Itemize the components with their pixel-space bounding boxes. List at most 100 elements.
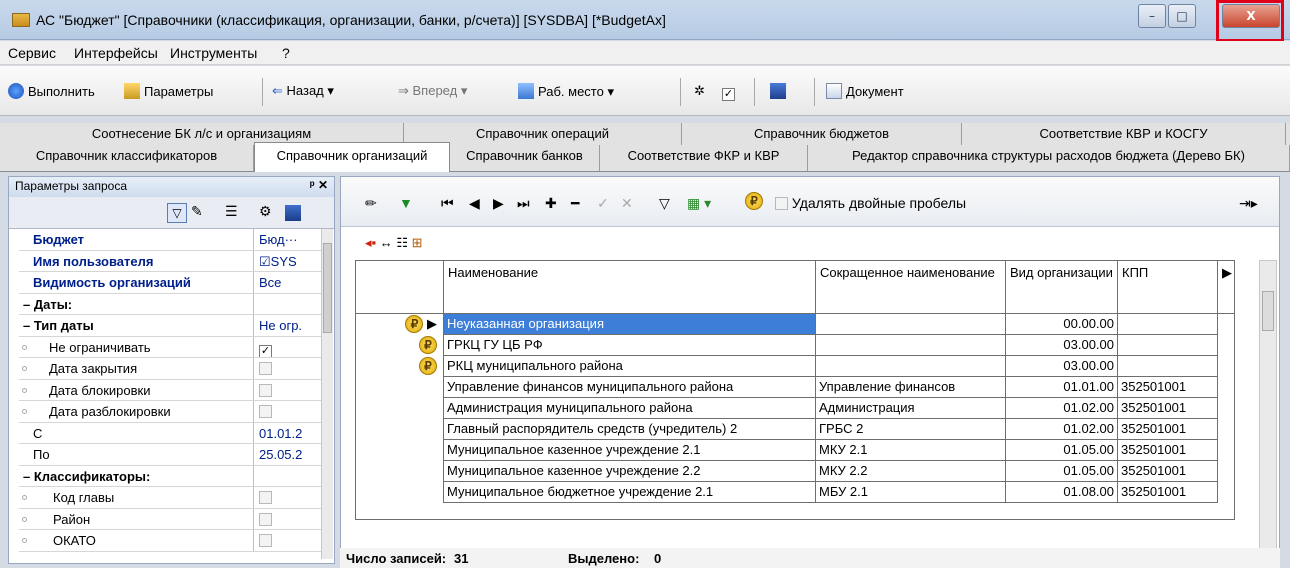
param-value[interactable]: 25.05.2 bbox=[259, 444, 319, 465]
maximize-button[interactable]: □ bbox=[1168, 4, 1196, 28]
cell-short[interactable] bbox=[816, 356, 1006, 377]
cell-kind[interactable]: 01.05.00 bbox=[1006, 440, 1118, 461]
prev-record-icon[interactable]: ◀ bbox=[469, 195, 480, 212]
check-button[interactable]: ✓ bbox=[722, 83, 735, 101]
table-row[interactable]: Муниципальное казенное учреждение 2.1 МКУ… bbox=[356, 440, 1234, 461]
table-row[interactable]: Муниципальное казенное учреждение 2.2 МКУ… bbox=[356, 461, 1234, 482]
param-row[interactable]: По 25.05.2 bbox=[19, 444, 321, 466]
cell-short[interactable] bbox=[816, 335, 1006, 356]
tab-fkr-kvr[interactable]: Соответствие ФКР и КВР bbox=[600, 145, 808, 171]
cell-name[interactable]: Управление финансов муниципального район… bbox=[444, 377, 816, 398]
cell-kind[interactable]: 01.05.00 bbox=[1006, 461, 1118, 482]
param-row[interactable]: Имя пользователя ☑SYS bbox=[19, 250, 321, 272]
param-row[interactable]: Бюджет Бюд··· bbox=[19, 229, 321, 251]
param-row[interactable]: Видимость организаций Все bbox=[19, 272, 321, 294]
param-row[interactable]: Дата блокировки bbox=[19, 379, 321, 401]
tab-kvr-kosgu[interactable]: Соответствие КВР и КОСГУ bbox=[962, 123, 1286, 145]
row-indicator[interactable]: ₽ bbox=[356, 356, 444, 377]
param-row[interactable]: Дата закрытия bbox=[19, 358, 321, 380]
cell-kind[interactable]: 01.02.00 bbox=[1006, 398, 1118, 419]
sort-icon[interactable]: ☷ bbox=[396, 235, 408, 250]
cell-short[interactable]: ГРБС 2 bbox=[816, 419, 1006, 440]
param-row[interactable]: С 01.01.2 bbox=[19, 422, 321, 444]
cell-kpp[interactable]: 352501001 bbox=[1118, 419, 1218, 440]
param-value[interactable] bbox=[259, 509, 319, 530]
cell-kpp[interactable] bbox=[1118, 356, 1218, 377]
cell-kind[interactable]: 03.00.00 bbox=[1006, 335, 1118, 356]
tab-budgets[interactable]: Справочник бюджетов bbox=[682, 123, 962, 145]
eraser-icon[interactable]: ✎ bbox=[191, 203, 203, 220]
param-value[interactable] bbox=[259, 401, 319, 422]
param-value[interactable]: Не огр. bbox=[259, 315, 319, 336]
cell-name[interactable]: Главный распорядитель средств (учредител… bbox=[444, 419, 816, 440]
param-checkbox[interactable] bbox=[259, 512, 272, 526]
row-indicator[interactable] bbox=[356, 461, 444, 482]
param-checkbox[interactable] bbox=[259, 383, 272, 397]
param-value[interactable] bbox=[259, 358, 319, 379]
cell-kind[interactable]: 00.00.00 bbox=[1006, 314, 1118, 335]
save-icon[interactable] bbox=[285, 205, 301, 221]
col-more[interactable]: ▶ bbox=[1218, 261, 1236, 314]
back-button[interactable]: ⇐ Назад ▾ bbox=[272, 83, 334, 99]
param-row[interactable]: – Тип даты Не огр. bbox=[19, 315, 321, 337]
cell-kind[interactable]: 01.01.00 bbox=[1006, 377, 1118, 398]
tree-icon[interactable]: ⊞ bbox=[412, 235, 423, 250]
tab-banks[interactable]: Справочник банков bbox=[450, 145, 600, 171]
first-record-icon[interactable]: ⏮ bbox=[441, 195, 454, 212]
minimize-button[interactable]: – bbox=[1138, 4, 1166, 28]
param-value[interactable]: ☑SYS bbox=[259, 251, 319, 272]
add-record-icon[interactable]: ✚ bbox=[545, 195, 557, 212]
param-value[interactable]: ✓ bbox=[259, 337, 319, 357]
cell-kpp[interactable] bbox=[1118, 314, 1218, 335]
param-checkbox[interactable] bbox=[259, 491, 272, 504]
last-record-icon[interactable]: ⏭ bbox=[517, 195, 530, 212]
param-value[interactable]: Все bbox=[259, 272, 319, 293]
cell-name[interactable]: Неуказанная организация bbox=[444, 314, 816, 335]
cell-kind[interactable]: 01.08.00 bbox=[1006, 482, 1118, 503]
collapse-icon[interactable]: ◂▪ bbox=[365, 235, 376, 250]
param-row[interactable]: Дата разблокировки bbox=[19, 401, 321, 423]
cell-kpp[interactable]: 352501001 bbox=[1118, 440, 1218, 461]
tab-tree-editor[interactable]: Редактор справочника структуры расходов … bbox=[808, 145, 1290, 171]
tab-organizations[interactable]: Справочник организаций bbox=[254, 142, 450, 172]
menu-tools[interactable]: Инструменты bbox=[170, 45, 257, 61]
workplace-button[interactable]: Раб. место ▾ bbox=[518, 83, 614, 100]
params-button[interactable]: Параметры bbox=[124, 83, 213, 99]
cell-name[interactable]: Муниципальное казенное учреждение 2.1 bbox=[444, 440, 816, 461]
table-icon[interactable]: ▦ ▾ bbox=[687, 195, 711, 212]
cell-kpp[interactable]: 352501001 bbox=[1118, 482, 1218, 503]
param-row[interactable]: – Классификаторы: bbox=[19, 465, 321, 487]
filter-icon[interactable]: ▽ bbox=[167, 203, 187, 223]
param-row[interactable]: Не ограничивать ✓ bbox=[19, 336, 321, 358]
edit-icon[interactable]: ✏ bbox=[365, 195, 377, 212]
expand-icon[interactable]: ↔ bbox=[380, 235, 393, 250]
cell-short[interactable]: МКУ 2.2 bbox=[816, 461, 1006, 482]
table-row[interactable]: Администрация муниципального района Админ… bbox=[356, 398, 1234, 419]
cell-short[interactable] bbox=[816, 314, 1006, 335]
exit-button[interactable] bbox=[770, 83, 790, 99]
document-button[interactable]: Документ bbox=[826, 83, 904, 99]
magic-button[interactable]: ✲ bbox=[694, 83, 705, 99]
param-value[interactable] bbox=[259, 487, 319, 508]
grid-scrollbar[interactable] bbox=[1259, 260, 1277, 555]
menu-help[interactable]: ? bbox=[282, 45, 290, 61]
panel-pin-close[interactable]: ᵖ ✕ bbox=[310, 178, 328, 192]
row-indicator[interactable] bbox=[356, 377, 444, 398]
confirm-icon[interactable]: ✓ bbox=[597, 195, 609, 212]
params-scrollbar[interactable] bbox=[321, 229, 333, 559]
cell-name[interactable]: РКЦ муниципального района bbox=[444, 356, 816, 377]
param-value[interactable] bbox=[259, 380, 319, 401]
remove-spaces-checkbox[interactable]: Удалять двойные пробелы bbox=[775, 195, 966, 211]
param-value[interactable] bbox=[259, 530, 319, 551]
table-row[interactable]: ₽ ГРКЦ ГУ ЦБ РФ 03.00.00 bbox=[356, 335, 1234, 356]
bookmark-icon[interactable]: ▼ bbox=[399, 195, 413, 211]
param-checkbox[interactable]: ✓ bbox=[259, 344, 272, 357]
row-indicator[interactable] bbox=[356, 419, 444, 440]
cell-name[interactable]: Администрация муниципального района bbox=[444, 398, 816, 419]
col-kpp[interactable]: КПП bbox=[1118, 261, 1218, 314]
cell-short[interactable]: МБУ 2.1 bbox=[816, 482, 1006, 503]
param-value[interactable] bbox=[259, 294, 319, 315]
row-indicator[interactable] bbox=[356, 440, 444, 461]
param-row[interactable]: – Даты: bbox=[19, 293, 321, 315]
exit-panel-icon[interactable]: ⇥▸ bbox=[1239, 195, 1258, 212]
